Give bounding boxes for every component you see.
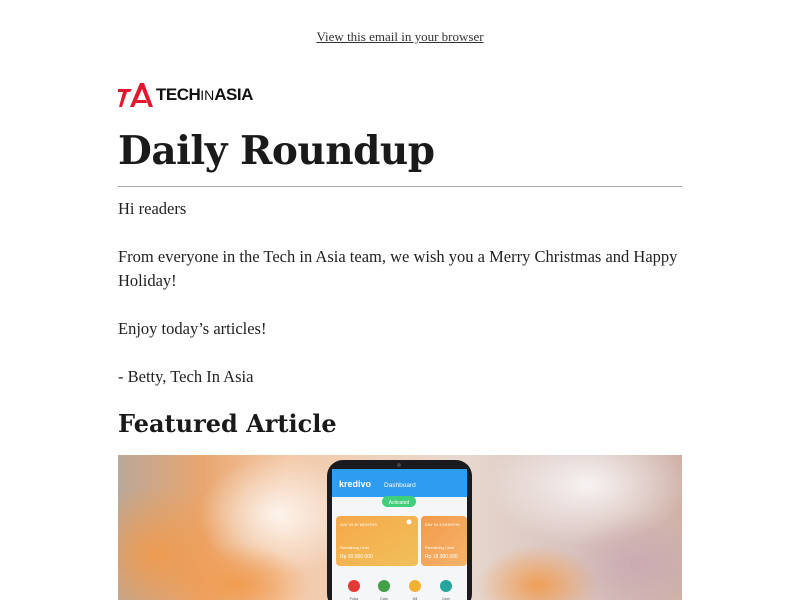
svg-text:Remaining Limit: Remaining Limit (425, 545, 455, 550)
holiday-message: From everyone in the Tech in Asia team, … (118, 247, 678, 290)
featured-image-graphic: kredivo Dashboard Activated DAY IN 30 MO… (118, 455, 682, 600)
featured-section-title: Featured Article (118, 409, 337, 438)
phone-mockup: kredivo Dashboard Activated DAY IN 30 MO… (327, 460, 472, 600)
svg-text:DAY IN 3 MONTHS: DAY IN 3 MONTHS (425, 522, 460, 527)
signoff-text: - Betty, Tech In Asia (118, 367, 254, 386)
page-title: Daily Roundup (118, 128, 435, 174)
svg-text:DAY IN 30 MONTHS: DAY IN 30 MONTHS (340, 522, 377, 527)
view-in-browser-link[interactable]: View this email in your browser (0, 29, 800, 45)
logo-wordmark: TECHINASIA (156, 85, 253, 104)
svg-text:Rp 18.900.000: Rp 18.900.000 (425, 554, 458, 560)
title-divider (118, 186, 682, 187)
email-content: TECHINASIA Daily Roundup Hi readers From… (118, 82, 682, 439)
svg-text:Rp 30.000.000: Rp 30.000.000 (340, 554, 373, 560)
featured-article-image[interactable]: kredivo Dashboard Activated DAY IN 30 MO… (118, 455, 682, 600)
svg-text:Remaining Limit: Remaining Limit (340, 545, 370, 550)
techinasia-logo[interactable]: TECHINASIA (118, 82, 682, 108)
greeting-text: Hi readers (118, 199, 187, 218)
svg-text:Activated: Activated (389, 500, 410, 506)
svg-text:Dashboard: Dashboard (384, 482, 416, 489)
svg-text:kredivo: kredivo (339, 479, 372, 489)
enjoy-text: Enjoy today’s articles! (118, 319, 267, 338)
techinasia-logo-icon (118, 83, 153, 107)
